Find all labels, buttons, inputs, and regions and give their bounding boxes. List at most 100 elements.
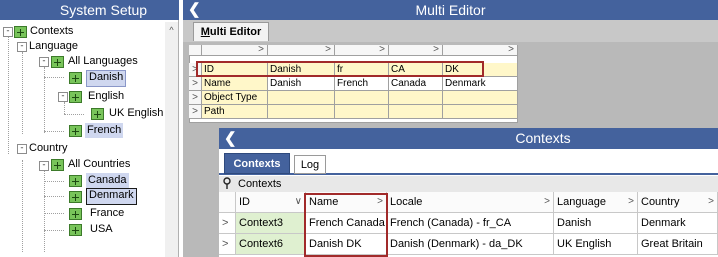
column-header[interactable]: > [389, 45, 443, 56]
row-label-object-type: Object Type [202, 91, 268, 105]
table-cell-locale[interactable]: Danish (Denmark) - da_DK [387, 234, 554, 255]
tree-item-english[interactable]: English [86, 89, 126, 104]
row-marker[interactable]: > [189, 105, 202, 119]
column-label: Country [641, 196, 680, 208]
column-header-country[interactable]: Country > [638, 192, 718, 213]
tab-log[interactable]: Log [294, 155, 326, 174]
collapse-all-languages-icon[interactable]: - [39, 57, 49, 67]
row-label-path: Path [202, 105, 268, 119]
tree-node-icon [69, 125, 82, 137]
collapse-all-countries-icon[interactable]: - [39, 161, 49, 171]
collapse-country-icon[interactable]: - [17, 144, 27, 154]
tree-node-icon [69, 72, 82, 84]
tree-item-uk-english[interactable]: UK English [107, 106, 165, 121]
contexts-group-label: Contexts [238, 178, 282, 190]
multi-editor-title: Multi Editor [415, 2, 486, 18]
column-header[interactable]: > [443, 45, 518, 56]
tree-line [64, 102, 65, 114]
grid-cell[interactable]: Danish [268, 77, 335, 91]
tree-item-danish[interactable]: Danish [86, 70, 127, 87]
contexts-group-row [219, 176, 718, 192]
tree-node-icon [51, 159, 64, 171]
sort-arrow-icon[interactable]: > [544, 192, 550, 212]
tab-multi-editor[interactable]: Multi Editor [193, 22, 269, 41]
tree-item-canada[interactable]: Canada [86, 173, 129, 188]
grid-cell[interactable] [268, 91, 335, 105]
sort-arrow-icon[interactable]: ∨ [295, 192, 302, 212]
pin-icon[interactable] [222, 177, 234, 191]
tab-label: ulti Editor [209, 26, 262, 38]
column-label: Locale [390, 196, 423, 208]
grid-cell[interactable] [443, 105, 518, 119]
tab-contexts[interactable]: Contexts [224, 153, 290, 174]
grid-cell[interactable] [389, 91, 443, 105]
tree-line [44, 181, 64, 182]
sort-arrow-icon[interactable]: > [708, 192, 714, 212]
tree-node-icon [51, 56, 64, 68]
tree-item-all-countries[interactable]: All Countries [66, 157, 132, 172]
column-header[interactable]: > [202, 45, 268, 56]
table-cell-country[interactable]: Denmark [638, 213, 718, 234]
tree-node-icon [14, 26, 27, 38]
column-header-language[interactable]: Language > [554, 192, 638, 213]
grid-corner [189, 45, 202, 56]
tree-node-icon [69, 175, 82, 187]
tree-line [22, 160, 23, 252]
tree-item-contexts[interactable]: Contexts [28, 24, 75, 39]
grid-cell[interactable]: French [335, 77, 389, 91]
tree-line [44, 196, 64, 197]
system-setup-header: System Setup [0, 0, 179, 20]
table-cell-language[interactable]: UK English [554, 234, 638, 255]
tree-node-icon [69, 191, 82, 203]
grid-cell[interactable] [335, 105, 389, 119]
tree-line [44, 77, 64, 78]
contexts-window-title: Contexts [515, 130, 571, 146]
table-cell-locale[interactable]: French (Canada) - fr_CA [387, 213, 554, 234]
scroll-up-icon[interactable]: ^ [165, 24, 178, 37]
collapse-language-icon[interactable]: - [17, 42, 27, 52]
tree-node-icon [69, 91, 82, 103]
row-marker[interactable]: > [189, 77, 202, 91]
table-cell-country[interactable]: Great Britain [638, 234, 718, 255]
table-cell-language[interactable]: Danish [554, 213, 638, 234]
back-chevron-icon[interactable]: ❮ [224, 129, 238, 148]
tree-item-french[interactable]: French [85, 123, 124, 138]
grid-cell[interactable]: Canada [389, 77, 443, 91]
system-setup-title: System Setup [59, 2, 148, 18]
tab-mnemonic: M [200, 26, 210, 38]
table-cell-id[interactable]: Context3 [236, 213, 306, 234]
tree-item-france[interactable]: France [88, 206, 126, 221]
grid-cell[interactable]: Denmark [443, 77, 518, 91]
tree-node-icon [69, 208, 82, 220]
tree-item-denmark[interactable]: Denmark [86, 188, 137, 205]
column-label: Language [557, 196, 606, 208]
row-marker[interactable]: > [189, 91, 202, 105]
tree-line [44, 213, 64, 214]
column-header[interactable]: > [268, 45, 335, 56]
left-scrollbar[interactable] [165, 22, 178, 257]
tree-line [44, 230, 64, 231]
row-marker[interactable]: > [219, 234, 236, 255]
tree-line [64, 114, 84, 115]
grid-cell[interactable] [389, 105, 443, 119]
id-row-highlight [196, 61, 484, 77]
table-cell-id[interactable]: Context6 [236, 234, 306, 255]
row-marker[interactable]: > [219, 213, 236, 234]
tree-line [44, 131, 64, 132]
grid-cell[interactable] [443, 91, 518, 105]
tree-item-language[interactable]: Language [27, 39, 80, 54]
tree-node-icon [91, 108, 104, 120]
collapse-english-icon[interactable]: - [58, 92, 68, 102]
table-corner [219, 192, 236, 213]
grid-cell[interactable] [268, 105, 335, 119]
column-header-id[interactable]: ID ∨ [236, 192, 306, 213]
sort-arrow-icon[interactable]: > [628, 192, 634, 212]
tree-item-all-languages[interactable]: All Languages [66, 54, 140, 69]
column-header-locale[interactable]: Locale > [387, 192, 554, 213]
column-header[interactable]: > [335, 45, 389, 56]
tree-item-usa[interactable]: USA [88, 222, 115, 237]
back-chevron-icon[interactable]: ❮ [188, 1, 204, 19]
collapse-contexts-icon[interactable]: - [3, 27, 13, 37]
tree-item-country[interactable]: Country [27, 141, 70, 156]
grid-cell[interactable] [335, 91, 389, 105]
